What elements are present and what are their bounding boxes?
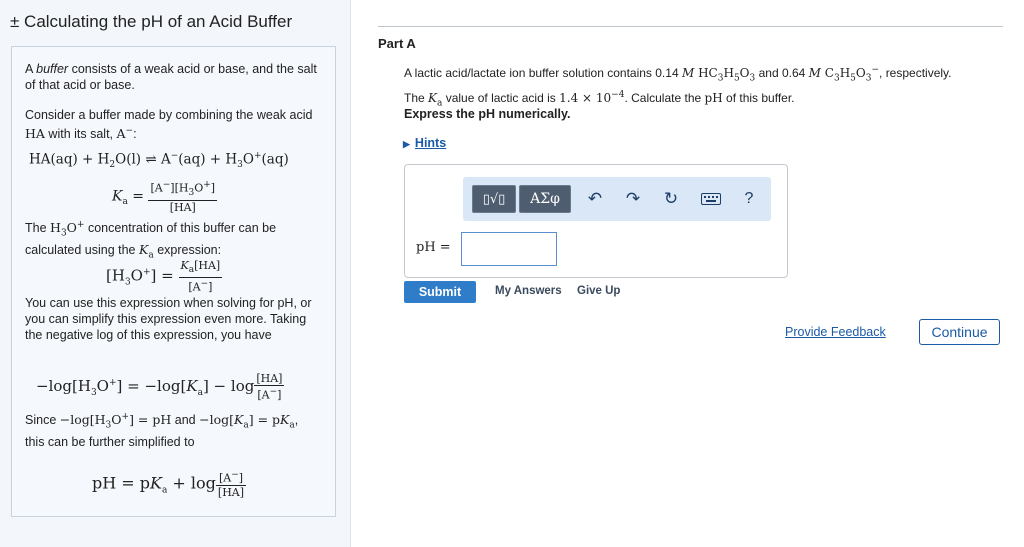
ka-expression: Ka = [A−][H3O+] [HA] [112,180,218,214]
my-answers-button[interactable]: My Answers [495,285,562,297]
instruction-text: Express the pH numerically. [404,107,571,121]
ph-label: pH = [416,240,451,255]
templates-button[interactable]: ▯√▯ [472,185,516,213]
give-up-button[interactable]: Give Up [577,285,620,297]
redo-icon[interactable]: ↷ [620,187,646,211]
since-text: Since −log[H3O+] = pH and −log[Ka] = pKa… [25,412,299,449]
expand-triangle-icon: ▶ [403,139,410,149]
page-title: ± Calculating the pH of an Acid Buffer [10,12,293,31]
info-box: A buffer consists of a weak acid or base… [11,46,336,517]
left-panel: ± Calculating the pH of an Acid Buffer A… [0,0,351,547]
buffer-term: buffer [36,62,69,76]
equilibrium-equation: HA(aq) + H2O(l) ⇌ A−(aq) + H3O+(aq) [29,151,289,171]
h3o-expression: [H3O+] = Ka[HA] [A−] [106,259,223,294]
hints-link[interactable]: ▶ Hints [403,136,446,150]
help-button[interactable]: ? [736,187,762,211]
continue-button[interactable]: Continue [919,319,1000,345]
simplify-text: You can use this expression when solving… [25,296,312,342]
h3o-concentration-text: The H3O+ concentration of this buffer ca… [25,220,277,261]
provide-feedback-link[interactable]: Provide Feedback [785,325,886,339]
undo-icon[interactable]: ↶ [582,187,608,211]
part-divider [378,26,1003,27]
reset-icon[interactable]: ↻ [658,187,684,211]
part-title: Part A [378,36,416,51]
buffer-consider-text: Consider a buffer made by combining the … [25,108,313,142]
keyboard-icon[interactable] [698,187,724,211]
symbols-button[interactable]: ΑΣφ [519,185,571,213]
submit-button[interactable]: Submit [404,281,476,303]
question-text: A lactic acid/lactate ion buffer solutio… [404,65,952,109]
buffer-definition: A buffer consists of a weak acid or base… [25,62,317,92]
henderson-hasselbalch-equation: pH = pKa + log [A−] [HA] [92,470,247,499]
ph-answer-input[interactable] [461,232,557,266]
log-expression: −log[H3O+] = −log[Ka] − log [HA] [A−] [36,372,285,402]
math-toolbar: ▯√▯ ΑΣφ ↶ ↷ ↻ ? [463,177,771,221]
